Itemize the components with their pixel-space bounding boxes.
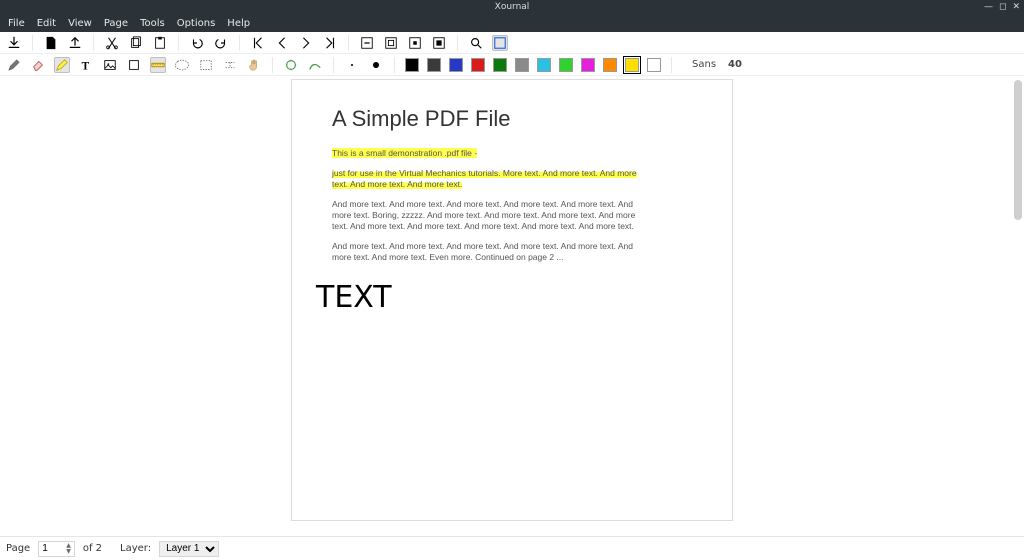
redo-icon[interactable] [213, 35, 229, 51]
find-icon[interactable] [468, 35, 484, 51]
paste-icon[interactable] [152, 35, 168, 51]
first-page-icon[interactable] [250, 35, 266, 51]
fit-page-icon[interactable] [383, 35, 399, 51]
thickness-dot-icon[interactable] [344, 57, 360, 73]
highlighter-tool-icon[interactable] [54, 57, 70, 73]
color-orange[interactable] [603, 58, 617, 72]
color-yellow[interactable] [625, 58, 639, 72]
menu-page[interactable]: Page [104, 18, 128, 29]
toolbar-tools: T Sans 40 [0, 54, 1024, 76]
canvas-area[interactable]: A Simple PDF File This is a small demons… [0, 76, 1024, 536]
close-button[interactable]: ✕ [1012, 2, 1020, 12]
maximize-button[interactable]: ◻ [999, 2, 1006, 12]
menu-tools[interactable]: Tools [140, 18, 165, 29]
save-icon[interactable] [6, 35, 22, 51]
color-black[interactable] [405, 58, 419, 72]
page-number-spinner[interactable]: ▲▼ [38, 541, 75, 557]
page-total-label: of 2 [83, 543, 102, 554]
fullscreen-icon[interactable] [492, 35, 508, 51]
new-file-icon[interactable] [43, 35, 59, 51]
menu-help[interactable]: Help [227, 18, 250, 29]
layer-select[interactable]: Layer 1 [159, 541, 219, 557]
default-tool-icon[interactable] [283, 57, 299, 73]
document-paragraph-2: just for use in the Virtual Mechanics tu… [332, 168, 642, 190]
color-magenta[interactable] [581, 58, 595, 72]
color-red[interactable] [471, 58, 485, 72]
color-blue[interactable] [449, 58, 463, 72]
prev-page-icon[interactable] [274, 35, 290, 51]
ruler-icon[interactable] [150, 57, 166, 73]
menu-bar: File Edit View Page Tools Options Help [0, 14, 1024, 32]
layer-label: Layer: [120, 543, 151, 554]
select-rect-icon[interactable] [198, 57, 214, 73]
next-page-icon[interactable] [298, 35, 314, 51]
minimize-button[interactable]: — [984, 2, 993, 12]
zoom-out-icon[interactable] [359, 35, 375, 51]
select-region-icon[interactable] [174, 57, 190, 73]
color-green[interactable] [559, 58, 573, 72]
toolbar-main [0, 32, 1024, 54]
zoom-in-icon[interactable] [431, 35, 447, 51]
last-page-icon[interactable] [322, 35, 338, 51]
font-size-label[interactable]: 40 [728, 59, 742, 70]
document-paragraph-3: And more text. And more text. And more t… [332, 199, 642, 232]
text-annotation[interactable]: TEXT [316, 280, 392, 315]
page-label: Page [6, 543, 30, 554]
cut-icon[interactable] [104, 35, 120, 51]
undo-icon[interactable] [189, 35, 205, 51]
eraser-tool-icon[interactable] [30, 57, 46, 73]
document-page[interactable]: A Simple PDF File This is a small demons… [292, 80, 732, 520]
open-file-icon[interactable] [67, 35, 83, 51]
color-darkgray[interactable] [427, 58, 441, 72]
color-darkgreen[interactable] [493, 58, 507, 72]
color-white[interactable] [647, 58, 661, 72]
page-number-input[interactable] [42, 543, 64, 554]
color-lightblue[interactable] [537, 58, 551, 72]
hand-tool-icon[interactable] [246, 57, 262, 73]
window-controls: — ◻ ✕ [984, 2, 1020, 12]
vertical-scrollbar[interactable] [1014, 80, 1022, 220]
copy-icon[interactable] [128, 35, 144, 51]
fit-width-icon[interactable] [407, 35, 423, 51]
image-tool-icon[interactable] [102, 57, 118, 73]
color-gray[interactable] [515, 58, 529, 72]
pen-tool-icon[interactable] [6, 57, 22, 73]
document-paragraph-1: This is a small demonstration .pdf file … [332, 148, 642, 159]
thickness-fine-icon[interactable] [307, 57, 323, 73]
text-tool-icon[interactable]: T [78, 57, 94, 73]
thickness-med-icon[interactable] [368, 57, 384, 73]
menu-file[interactable]: File [8, 18, 25, 29]
vertical-space-icon[interactable] [222, 57, 238, 73]
title-bar: Xournal — ◻ ✕ [0, 0, 1024, 14]
menu-options[interactable]: Options [177, 18, 216, 29]
page-spinner-arrows[interactable]: ▲▼ [66, 543, 71, 555]
window-title: Xournal [495, 2, 530, 12]
font-name-label[interactable]: Sans [692, 59, 716, 70]
document-title: A Simple PDF File [332, 106, 692, 132]
status-bar: Page ▲▼ of 2 Layer: Layer 1 [0, 536, 1024, 560]
shape-recognizer-icon[interactable] [126, 57, 142, 73]
menu-edit[interactable]: Edit [37, 18, 56, 29]
svg-text:T: T [82, 60, 90, 72]
document-paragraph-4: And more text. And more text. And more t… [332, 241, 642, 263]
menu-view[interactable]: View [68, 18, 92, 29]
